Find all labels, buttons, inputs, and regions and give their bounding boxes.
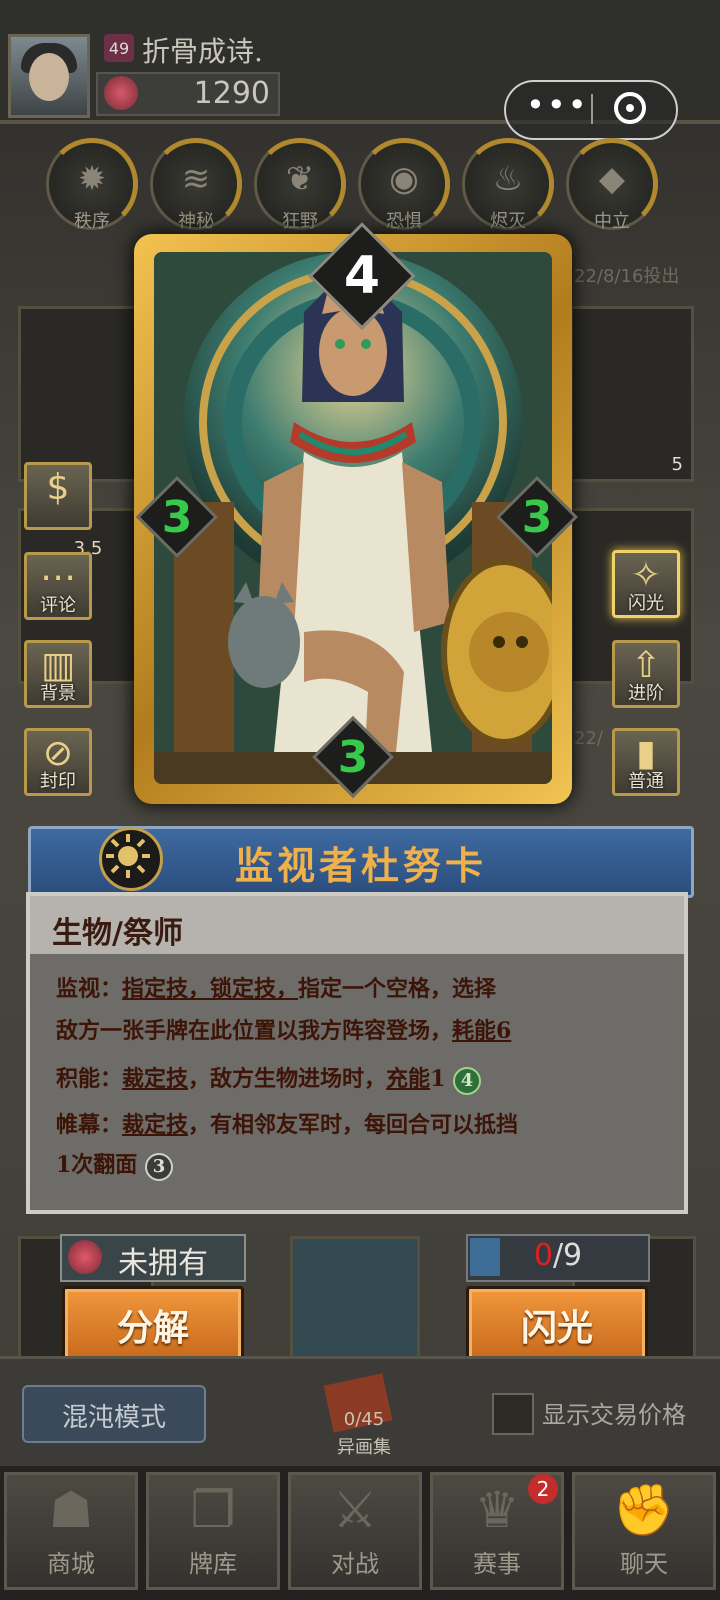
seal-button[interactable]: ⊘ 封印 — [24, 728, 92, 796]
faction-fear[interactable]: ◉ 恐惧 — [358, 138, 450, 232]
ownership-status: 未拥有 — [60, 1234, 246, 1282]
ownership-text: 未拥有 — [118, 1246, 208, 1281]
card-cost: 4 — [343, 246, 381, 306]
ability-charge: 积能：裁定技，敌方生物进场时，充能1 4 — [56, 1064, 482, 1095]
crossed-swords-icon: ⚔ — [332, 1481, 378, 1539]
faction-order[interactable]: ✹ 秩序 — [46, 138, 138, 232]
alt-art-album[interactable]: 0/45 异画集 — [314, 1373, 414, 1459]
close-icon[interactable] — [614, 92, 646, 124]
nav-shop[interactable]: ☗ 商城 — [4, 1472, 138, 1590]
ability-curtain-cont: 1次翻面 3 — [56, 1150, 173, 1181]
card-name: 监视者杜努卡 — [234, 843, 487, 888]
show-trade-price-checkbox[interactable] — [492, 1393, 534, 1435]
normal-button[interactable]: ▮ 普通 — [612, 728, 680, 796]
bottom-nav: ☗ 商城 ❐ 牌库 ⚔ 对战 ♛ 赛事 ✊ 聊天 — [0, 1466, 720, 1600]
decompose-button[interactable]: 分解 — [62, 1286, 244, 1362]
flash-progress: 0/9 — [466, 1234, 650, 1282]
more-icon[interactable]: ••• — [526, 89, 587, 124]
release-date: 22/8/16投出 — [574, 266, 680, 287]
currency-value: 1290 — [193, 76, 270, 111]
eye-icon: ◉ — [389, 159, 419, 199]
shop-icon: ☗ — [48, 1481, 94, 1539]
chaos-mode-button[interactable]: 混沌模式 — [22, 1385, 206, 1443]
flame-icon: ♨ — [492, 159, 524, 199]
advance-button[interactable]: ⇧ 进阶 — [612, 640, 680, 708]
card-type: 生物/祭师 — [52, 916, 183, 951]
faction-wild[interactable]: ❦ 狂野 — [254, 138, 346, 232]
ability-watch: 监视：指定技，锁定技，指定一个空格，选择 — [56, 976, 497, 1002]
album-label: 异画集 — [337, 1437, 391, 1458]
charge-circle: 4 — [453, 1067, 482, 1095]
comment-button[interactable]: ⋯ 评论 — [24, 552, 92, 620]
card-name-ribbon: 监视者杜努卡 — [28, 826, 694, 898]
type-bar: 生物/祭师 — [30, 896, 684, 954]
cards-icon: ❐ — [190, 1481, 236, 1539]
ghost-card — [18, 306, 144, 482]
background-button[interactable]: ▥ 背景 — [24, 640, 92, 708]
album-count: 0/45 — [343, 1409, 385, 1430]
trade-button[interactable]: $ — [24, 462, 92, 530]
level-badge: 49 — [104, 34, 134, 62]
potion-icon — [68, 1240, 102, 1274]
faction-neutral[interactable]: ◆ 中立 — [566, 138, 658, 232]
right-stat: 3 — [521, 491, 553, 543]
miniprogram-capsule: ••• — [504, 80, 678, 140]
player-avatar[interactable] — [8, 34, 90, 118]
progress-text: 0/9 — [533, 1238, 583, 1273]
ability-watch-cont: 敌方一张手牌在此位置以我方阵容登场，耗能6 — [56, 1018, 512, 1044]
nav-battle[interactable]: ⚔ 对战 — [288, 1472, 422, 1590]
nav-chat[interactable]: ✊ 聊天 — [572, 1472, 716, 1590]
faction-ember[interactable]: ♨ 烬灭 — [462, 138, 554, 232]
player-name: 折骨成诗. — [142, 35, 263, 68]
capsule-divider — [591, 94, 593, 124]
card-info-panel: 生物/祭师 监视：指定技，锁定技，指定一个空格，选择 敌方一张手牌在此位置以我方… — [26, 892, 688, 1214]
curtain-circle: 3 — [144, 1153, 173, 1181]
flash-craft-button[interactable]: 闪光 — [466, 1286, 648, 1362]
left-stat: 3 — [161, 491, 193, 543]
crystal-icon: ◆ — [598, 159, 626, 199]
flash-toggle-button[interactable]: ✧ 闪光 — [612, 550, 680, 618]
bottom-stat: 3 — [337, 731, 369, 783]
dollar-icon: $ — [46, 467, 70, 508]
release-date: 22/ — [574, 728, 603, 749]
chat-fist-icon: ✊ — [612, 1481, 676, 1539]
potion-icon — [104, 76, 138, 110]
card-frame: 4 3 3 3 — [134, 222, 579, 804]
show-trade-price-label: 显示交易价格 — [542, 1401, 686, 1429]
wave-icon: ≋ — [181, 159, 211, 199]
ghost-card — [290, 1236, 420, 1360]
sun-icon: ✹ — [77, 159, 107, 199]
leaf-icon: ❦ — [285, 159, 315, 199]
options-bar: 混沌模式 0/45 异画集 显示交易价格 — [0, 1356, 720, 1469]
nav-deck[interactable]: ❐ 牌库 — [146, 1472, 280, 1590]
events-notification-badge: 2 — [528, 1474, 558, 1504]
ability-curtain: 帷幕：裁定技，有相邻友军时，每回合可以抵挡 — [56, 1112, 519, 1138]
faction-mystery[interactable]: ≋ 神秘 — [150, 138, 242, 232]
ghost-card: 5 — [570, 306, 694, 482]
currency-box: 1290 — [96, 72, 280, 116]
